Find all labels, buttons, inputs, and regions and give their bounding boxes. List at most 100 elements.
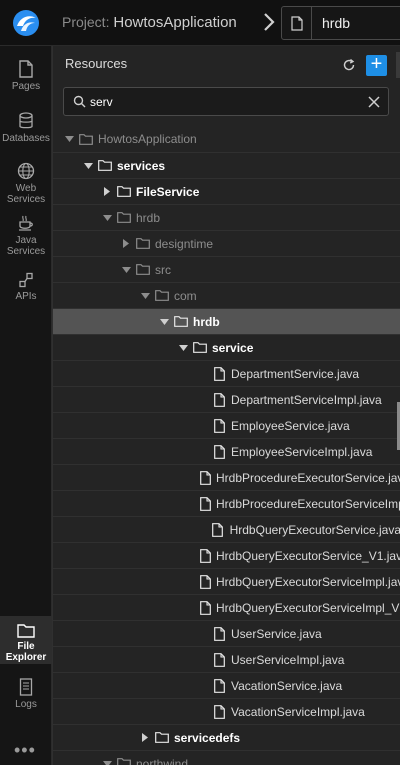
tree-file-row[interactable]: VacationServiceImpl.java <box>53 698 400 724</box>
tree-file-row[interactable]: DepartmentServiceImpl.java <box>53 386 400 412</box>
tree-folder-row[interactable]: HowtosApplication <box>53 126 400 152</box>
page-icon <box>19 60 33 78</box>
open-file-name: hrdb <box>322 15 351 31</box>
file-icon <box>200 548 211 563</box>
file-name: HrdbQueryExecutorService.java <box>229 522 400 537</box>
project-prefix: Project: <box>62 14 110 30</box>
rail-item-logs[interactable]: Logs <box>0 678 52 710</box>
caret-right-icon[interactable] <box>120 238 132 250</box>
panel-title: Resources <box>65 56 128 71</box>
folder-icon <box>117 185 131 199</box>
tree-file-row[interactable]: UserService.java <box>53 620 400 646</box>
caret-down-icon[interactable] <box>177 342 189 354</box>
search-input[interactable] <box>90 92 350 112</box>
tree-folder-row[interactable]: hrdb <box>53 204 400 230</box>
folder-icon <box>117 757 131 765</box>
file-icon <box>200 496 211 511</box>
rail-item-java-services[interactable]: Java Services <box>0 214 52 257</box>
file-name: EmployeeService.java <box>231 418 350 433</box>
file-name: VacationService.java <box>231 678 343 693</box>
rail-label-pages: Pages <box>11 81 41 92</box>
rail-item-pages[interactable]: Pages <box>0 60 52 92</box>
left-rail: Pages Databases Web Services Java Servic… <box>0 46 52 765</box>
chevron-right-icon[interactable] <box>262 11 276 33</box>
file-icon <box>282 7 312 39</box>
folder-name: com <box>174 288 197 303</box>
folder-icon <box>193 341 207 355</box>
rail-item-file-explorer[interactable]: File Explorer <box>0 616 52 664</box>
folder-icon <box>98 159 112 173</box>
tree-file-row[interactable]: VacationService.java <box>53 672 400 698</box>
file-name: HrdbProcedureExecutorService.java <box>216 470 400 485</box>
tree-folder-row[interactable]: services <box>53 152 400 178</box>
plus-icon: + <box>370 53 383 75</box>
tree-file-row[interactable]: EmployeeService.java <box>53 412 400 438</box>
file-icon <box>200 470 211 485</box>
folder-name: servicedefs <box>174 730 241 745</box>
caret-down-icon[interactable] <box>120 264 132 276</box>
tree-file-row[interactable]: EmployeeServiceImpl.java <box>53 438 400 464</box>
rail-item-web-services[interactable]: Web Services <box>0 162 52 205</box>
folder-icon <box>174 315 188 329</box>
tree-file-row[interactable]: HrdbQueryExecutorService.java <box>53 516 400 542</box>
caret-down-icon[interactable] <box>82 160 94 172</box>
rail-item-databases[interactable]: Databases <box>0 112 52 144</box>
tree-file-row[interactable]: HrdbQueryExecutorServiceImpl.java <box>53 568 400 594</box>
file-name: UserService.java <box>231 626 322 641</box>
api-icon <box>19 272 33 288</box>
caret-right-icon[interactable] <box>101 186 113 198</box>
file-icon <box>212 444 226 459</box>
tree-folder-row[interactable]: northwind <box>53 750 400 765</box>
folder-name: service <box>212 340 254 355</box>
rail-item-apis[interactable]: APIs <box>0 272 52 302</box>
caret-down-icon[interactable] <box>101 212 113 224</box>
file-name: VacationServiceImpl.java <box>231 704 365 719</box>
file-name: DepartmentServiceImpl.java <box>231 392 382 407</box>
more-menu-icon[interactable]: ••• <box>14 740 36 761</box>
file-icon <box>200 574 211 589</box>
file-icon <box>212 652 226 667</box>
caret-down-icon[interactable] <box>158 316 170 328</box>
rail-label-databases: Databases <box>2 133 50 144</box>
tree-file-row[interactable]: DepartmentService.java <box>53 360 400 386</box>
resource-tree: HowtosApplication services FileService hrdb… <box>53 126 400 765</box>
tree-file-row[interactable]: HrdbQueryExecutorService_V1.java <box>53 542 400 568</box>
tree-folder-row[interactable]: servicedefs <box>53 724 400 750</box>
tree-file-row[interactable]: HrdbProcedureExecutorServiceImpl.java <box>53 490 400 516</box>
folder-icon <box>136 237 150 251</box>
tree-folder-row[interactable]: com <box>53 282 400 308</box>
refresh-icon[interactable] <box>342 58 356 72</box>
tree-file-row[interactable]: HrdbQueryExecutorServiceImpl_V1.java <box>53 594 400 620</box>
top-bar: Project: HowtosApplication hrdb <box>0 0 400 46</box>
file-name: EmployeeServiceImpl.java <box>231 444 373 459</box>
tree-folder-row[interactable]: src <box>53 256 400 282</box>
rail-label-file-explorer: File Explorer <box>5 641 47 663</box>
tree-folder-row[interactable]: FileService <box>53 178 400 204</box>
caret-down-icon[interactable] <box>63 133 75 145</box>
tree-file-row[interactable]: HrdbProcedureExecutorService.java <box>53 464 400 490</box>
open-file-tab[interactable]: hrdb <box>281 6 400 40</box>
file-icon <box>212 392 226 407</box>
folder-icon <box>79 132 93 146</box>
folder-icon <box>117 211 131 225</box>
globe-icon <box>17 162 35 180</box>
tree-file-row[interactable]: UserServiceImpl.java <box>53 646 400 672</box>
file-icon <box>212 366 226 381</box>
folder-name: HowtosApplication <box>98 132 197 146</box>
caret-down-icon[interactable] <box>101 758 113 765</box>
add-resource-button[interactable]: + <box>366 53 387 76</box>
close-icon[interactable] <box>367 95 381 109</box>
tree-folder-row[interactable]: service <box>53 334 400 360</box>
caret-right-icon[interactable] <box>139 732 151 744</box>
tree-folder-row[interactable]: hrdb <box>53 308 400 334</box>
folder-name: services <box>117 158 166 173</box>
tree-folder-row[interactable]: designtime <box>53 230 400 256</box>
project-name[interactable]: HowtosApplication <box>113 14 236 31</box>
caret-down-icon[interactable] <box>139 290 151 302</box>
file-icon <box>200 600 211 615</box>
app-logo[interactable] <box>0 0 52 46</box>
